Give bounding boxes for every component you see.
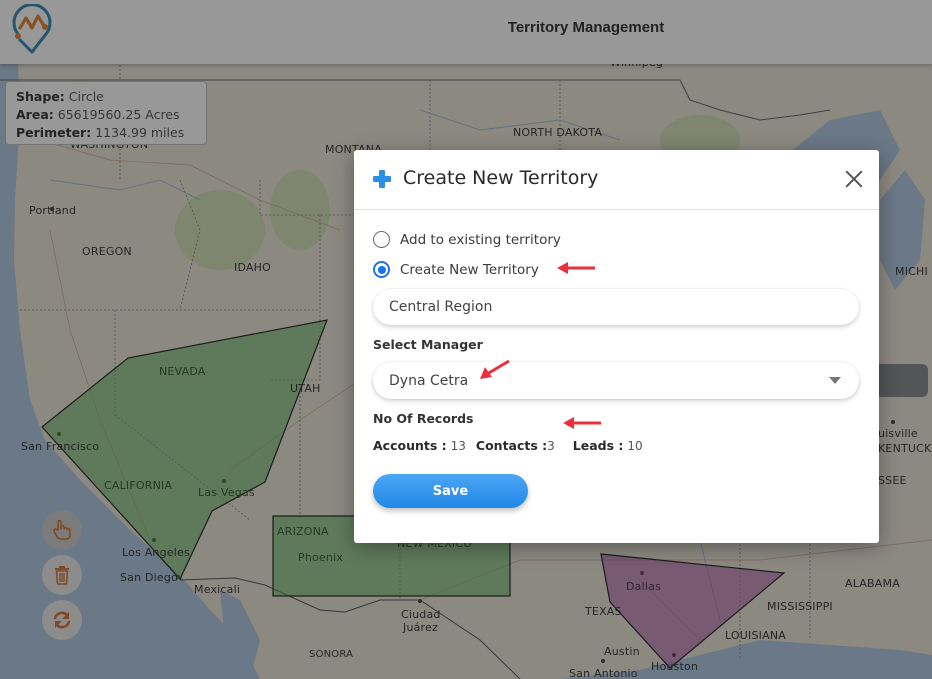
territory-name-input[interactable] — [373, 289, 859, 325]
close-icon[interactable] — [845, 170, 863, 188]
app-header: Territory Management — [0, 0, 932, 64]
accounts-label: Accounts : — [373, 438, 447, 453]
refresh-tool-button[interactable] — [42, 600, 82, 640]
map-label: Ciudad — [401, 608, 441, 621]
map-label: NORTH DAKOTA — [513, 126, 603, 139]
save-button[interactable]: Save — [373, 474, 528, 508]
map-label: San Antonio — [569, 667, 638, 679]
radio-label: Add to existing territory — [400, 231, 561, 248]
draw-tool-button[interactable] — [42, 510, 82, 550]
map-label: Dallas — [626, 580, 661, 593]
radio-button[interactable] — [373, 231, 390, 248]
map-label: Juárez — [403, 621, 438, 634]
leads-count: 10 — [627, 439, 643, 453]
perimeter-label: Perimeter: — [16, 125, 92, 140]
map-label: MISSISSIPPI — [767, 600, 833, 613]
map-label: Portland — [29, 204, 77, 217]
map-label: MICHI — [895, 265, 928, 278]
leads-label: Leads : — [572, 438, 624, 453]
map-label: ALABAMA — [845, 577, 900, 590]
map-label: OREGON — [82, 245, 132, 258]
manager-select[interactable]: Dyna Cetra — [373, 362, 859, 399]
map-label: Los Angeles — [122, 546, 190, 559]
hand-pointer-icon — [53, 519, 71, 540]
side-panel-edge — [879, 364, 928, 397]
radio-create-new[interactable]: Create New Territory — [373, 261, 539, 278]
records-summary: Accounts : 13 Contacts :3 Leads : 10 — [373, 438, 649, 453]
map-label: CALIFORNIA — [104, 479, 173, 492]
perimeter-value: 1134.99 miles — [95, 125, 185, 140]
map-label: SONORA — [309, 649, 354, 660]
shape-info-panel: Shape: Circle Area: 65619560.25 Acres Peri… — [5, 81, 207, 145]
dialog-title: Create New Territory — [403, 167, 599, 189]
map-label: uisville — [878, 427, 918, 440]
annotation-arrow-icon — [557, 262, 595, 274]
map-label: Austin — [604, 645, 640, 658]
map-label: Phoenix — [298, 551, 344, 564]
manager-selected-value: Dyna Cetra — [389, 372, 469, 389]
manager-label: Select Manager — [373, 337, 483, 352]
create-territory-dialog: Create New Territory Add to existing ter… — [354, 150, 879, 543]
map-label: San Diego — [120, 571, 178, 584]
accounts-count: 13 — [450, 439, 466, 453]
radio-add-existing[interactable]: Add to existing territory — [373, 231, 561, 248]
map-label: Las Vegas — [198, 486, 255, 499]
page-title: Territory Management — [507, 19, 665, 36]
trash-icon — [55, 566, 69, 585]
map-label: ARIZONA — [277, 525, 329, 538]
annotation-arrow-icon — [480, 359, 510, 379]
map-label: NEVADA — [159, 365, 206, 378]
map-label: LOUISIANA — [725, 629, 786, 642]
refresh-icon — [53, 611, 71, 629]
map-label: SSEE — [878, 474, 907, 487]
map-label: KENTUCK — [878, 442, 932, 455]
delete-tool-button[interactable] — [42, 555, 82, 595]
shape-value: Circle — [68, 89, 104, 104]
map-label: UTAH — [290, 382, 321, 395]
map-label: IDAHO — [234, 261, 271, 274]
contacts-label: Contacts : — [475, 438, 548, 453]
shape-label: Shape: — [16, 89, 65, 104]
plus-icon — [373, 170, 391, 188]
chevron-down-icon — [829, 377, 841, 384]
map-label: Houston — [651, 660, 699, 673]
contacts-count: 3 — [547, 439, 555, 453]
dialog-header: Create New Territory — [354, 150, 879, 210]
area-value: 65619560.25 Acres — [57, 107, 180, 122]
area-label: Area: — [16, 107, 54, 122]
map-label: Mexicali — [194, 583, 241, 596]
radio-label: Create New Territory — [400, 261, 539, 278]
map-label: San Francisco — [21, 440, 100, 453]
annotation-arrow-icon — [563, 417, 601, 429]
radio-button-checked[interactable] — [373, 261, 390, 278]
map-label: TEXAS — [585, 605, 622, 618]
records-label: No Of Records — [373, 411, 474, 426]
